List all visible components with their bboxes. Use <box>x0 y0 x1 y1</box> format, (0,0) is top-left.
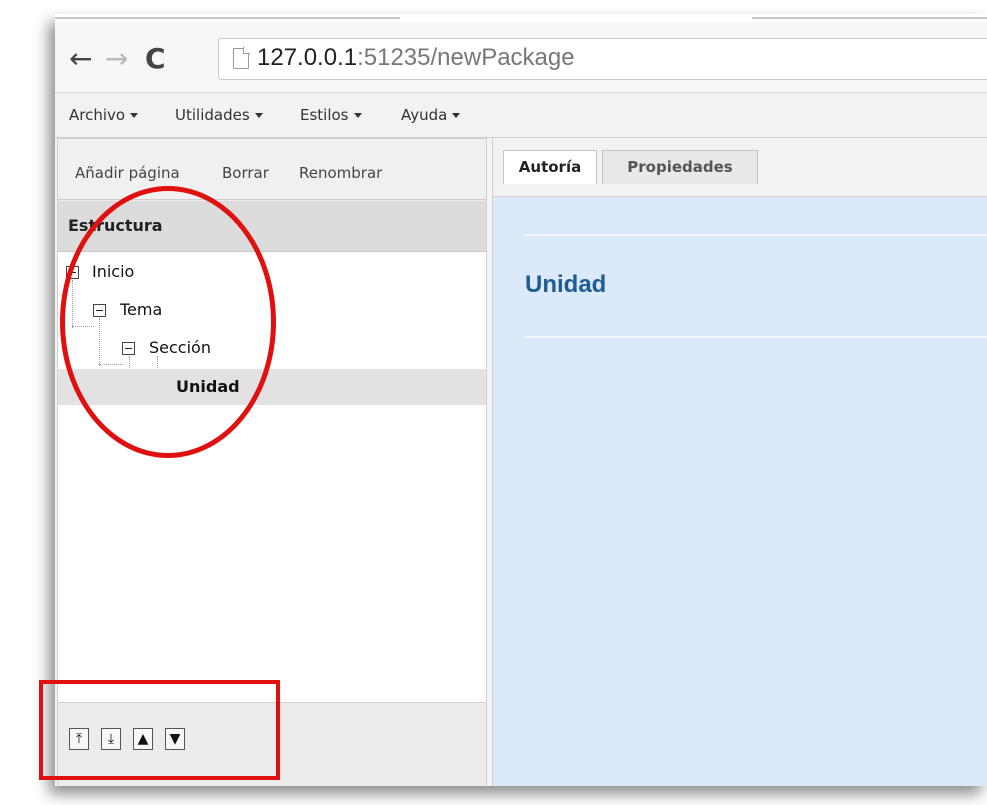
url-path: :51235/newPackage <box>357 44 575 71</box>
tab-propiedades[interactable]: Propiedades <box>602 150 758 184</box>
chevron-down-icon <box>353 113 362 118</box>
menu-estilos[interactable]: Estilos <box>300 106 362 124</box>
tab-strip-line <box>752 17 987 19</box>
url-host: 127.0.0.1 <box>257 44 358 71</box>
page-title: Unidad <box>525 271 607 298</box>
menu-label: Archivo <box>69 106 126 124</box>
forward-icon[interactable]: → <box>105 45 128 73</box>
chevron-down-icon <box>130 113 139 118</box>
menu-label: Ayuda <box>401 106 448 124</box>
add-page-button[interactable]: Añadir página <box>75 164 180 182</box>
annotation-rectangle <box>39 680 280 780</box>
menu-ayuda[interactable]: Ayuda <box>401 106 461 124</box>
tab-autoria[interactable]: Autoría <box>503 150 597 184</box>
chevron-down-icon <box>254 113 263 118</box>
divider <box>525 234 987 236</box>
browser-toolbar: ← → C 127.0.0.1:51235/newPackage <box>55 22 987 93</box>
app-menubar: Archivo Utilidades Estilos Ayuda <box>55 93 987 138</box>
menu-label: Utilidades <box>175 106 250 124</box>
annotation-ellipse <box>60 186 276 458</box>
menu-archivo[interactable]: Archivo <box>69 106 139 124</box>
reload-icon[interactable]: C <box>145 45 166 73</box>
rename-button[interactable]: Renombrar <box>299 164 382 182</box>
content-tabs: Autoría Propiedades <box>493 138 987 197</box>
url-text[interactable]: 127.0.0.1:51235/newPackage <box>257 44 575 72</box>
address-bar[interactable]: 127.0.0.1:51235/newPackage <box>218 38 987 80</box>
tab-strip <box>55 14 987 22</box>
content-panel: Autoría Propiedades Unidad <box>492 138 987 786</box>
menu-label: Estilos <box>300 106 349 124</box>
page-icon <box>233 47 250 69</box>
back-icon[interactable]: ← <box>69 45 92 73</box>
chevron-down-icon <box>452 113 461 118</box>
menu-utilidades[interactable]: Utilidades <box>175 106 263 124</box>
tab-strip-line <box>55 17 400 19</box>
page-actions-bar: Añadir página Borrar Renombrar <box>58 139 486 200</box>
delete-button[interactable]: Borrar <box>222 164 269 182</box>
divider <box>525 336 987 338</box>
